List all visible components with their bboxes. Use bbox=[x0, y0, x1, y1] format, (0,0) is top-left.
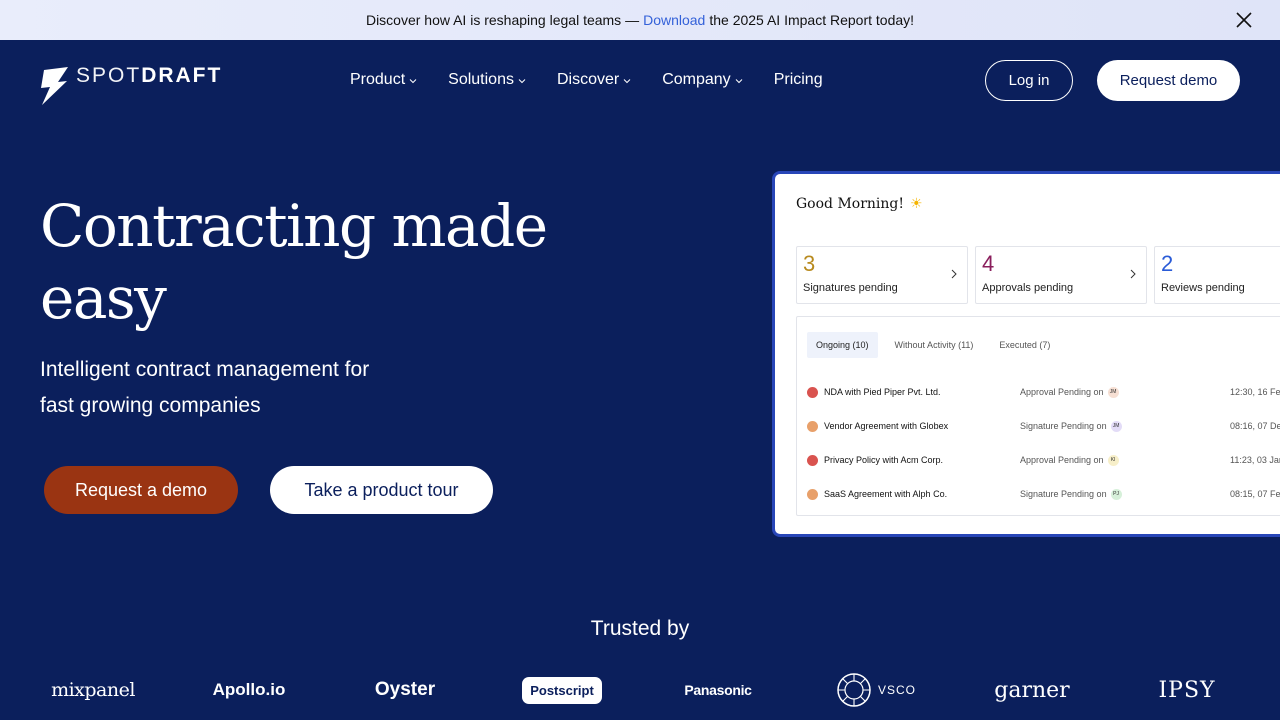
avatar: PJ bbox=[1110, 488, 1122, 500]
announcement-bar: Discover how AI is reshaping legal teams… bbox=[0, 0, 1280, 40]
contract-row[interactable]: Privacy Policy with Acm Corp. Approval P… bbox=[807, 451, 1280, 469]
mixpanel-logo: mixpanel bbox=[51, 679, 135, 701]
customer-logos: mixpanel Apollo.io Oyster Postscript Pan… bbox=[0, 668, 1280, 712]
product-tour-button[interactable]: Take a product tour bbox=[270, 466, 493, 514]
document-icon bbox=[807, 454, 818, 466]
stat-signatures-pending[interactable]: 3 Signatures pending bbox=[796, 246, 968, 304]
avatar: JM bbox=[1110, 420, 1122, 432]
contracts-tabs: Ongoing (10) Without Activity (11) Execu… bbox=[807, 332, 1067, 358]
chevron-down-icon bbox=[518, 79, 526, 84]
announcement-text-before: Discover how AI is reshaping legal teams… bbox=[365, 12, 640, 28]
garner-logo: garner bbox=[994, 677, 1070, 703]
trusted-by-heading: Trusted by bbox=[590, 617, 690, 640]
close-icon[interactable] bbox=[1234, 10, 1254, 30]
document-icon bbox=[807, 420, 818, 432]
request-demo-button[interactable]: Request demo bbox=[1097, 60, 1240, 101]
chevron-right-icon bbox=[951, 269, 957, 279]
nav-company[interactable]: Company bbox=[662, 68, 743, 92]
sun-icon: ☀ bbox=[910, 196, 923, 212]
oyster-logo: Oyster bbox=[374, 679, 436, 700]
announcement-download-link[interactable]: Download bbox=[643, 12, 705, 28]
hero-subtitle: Intelligent contract management for fast… bbox=[40, 358, 370, 417]
announcement-text-after: the 2025 AI Impact Report today! bbox=[709, 12, 915, 28]
ipsy-logo: IPSY bbox=[1158, 677, 1216, 703]
panasonic-logo: Panasonic bbox=[684, 682, 752, 698]
stat-approvals-pending[interactable]: 4 Approvals pending bbox=[975, 246, 1147, 304]
contract-row[interactable]: SaaS Agreement with Alph Co. Signature P… bbox=[807, 485, 1280, 503]
postscript-logo: Postscript bbox=[517, 668, 607, 712]
spotdraft-logo[interactable]: SPOTDRAFT bbox=[40, 64, 223, 106]
main-nav: Product Solutions Discover Company Prici… bbox=[350, 68, 854, 92]
dashboard-greeting: Good Morning! ☀ bbox=[796, 196, 923, 212]
bolt-icon bbox=[41, 67, 68, 105]
chevron-down-icon bbox=[409, 79, 417, 84]
document-icon bbox=[807, 488, 818, 500]
nav-pricing[interactable]: Pricing bbox=[774, 68, 823, 92]
chevron-down-icon bbox=[623, 79, 631, 84]
vsco-icon bbox=[837, 673, 871, 707]
dashboard-preview: Good Morning! ☀ 3 Signatures pending 4 Ap… bbox=[772, 171, 1280, 537]
tab-without-activity[interactable]: Without Activity (11) bbox=[886, 332, 983, 358]
avatar: JM bbox=[1107, 386, 1119, 398]
login-button[interactable]: Log in bbox=[985, 60, 1073, 101]
contract-row[interactable]: Vendor Agreement with Globex Signature P… bbox=[807, 417, 1280, 435]
tab-ongoing[interactable]: Ongoing (10) bbox=[807, 332, 878, 358]
vsco-logo: VSCO bbox=[835, 668, 917, 712]
contract-row[interactable]: NDA with Pied Piper Pvt. Ltd. Approval P… bbox=[807, 383, 1280, 401]
avatar: KI bbox=[1107, 454, 1119, 466]
chevron-right-icon bbox=[1130, 269, 1136, 279]
tab-executed[interactable]: Executed (7) bbox=[990, 332, 1059, 358]
nav-discover[interactable]: Discover bbox=[557, 68, 631, 92]
contracts-panel: Ongoing (10) Without Activity (11) Execu… bbox=[796, 316, 1280, 516]
stat-reviews-pending[interactable]: 2 Reviews pending bbox=[1154, 246, 1280, 304]
nav-product[interactable]: Product bbox=[350, 68, 417, 92]
apollo-logo: Apollo.io bbox=[212, 680, 286, 699]
document-icon bbox=[807, 386, 818, 398]
hero-title: Contracting made easy bbox=[40, 192, 548, 332]
request-a-demo-button[interactable]: Request a demo bbox=[44, 466, 238, 514]
nav-solutions[interactable]: Solutions bbox=[448, 68, 526, 92]
logo-wordmark: SPOTDRAFT bbox=[76, 64, 223, 87]
chevron-down-icon bbox=[735, 79, 743, 84]
